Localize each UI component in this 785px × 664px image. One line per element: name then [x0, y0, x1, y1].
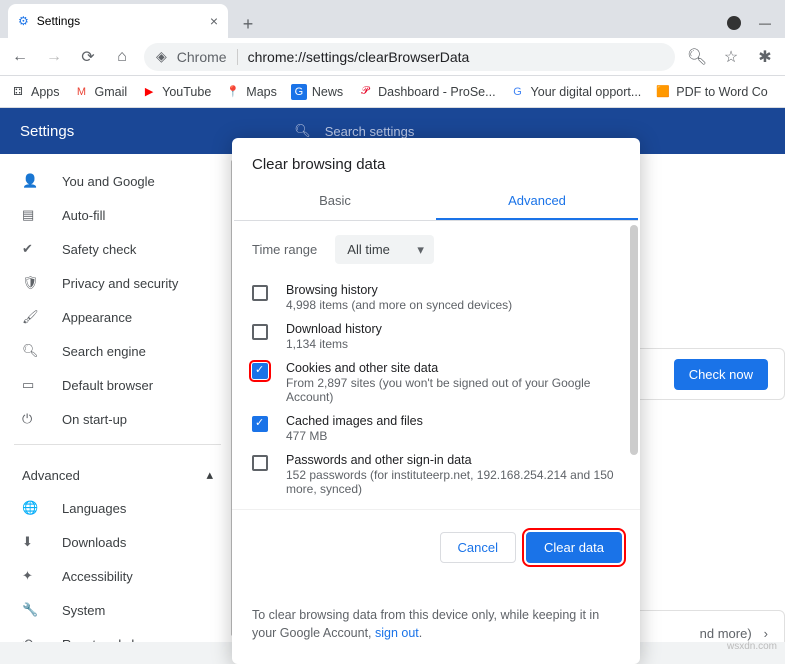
paint-icon: 🖌	[22, 309, 40, 325]
checkbox-cookies[interactable]	[252, 363, 268, 379]
bookmark-pdf[interactable]: 🟧PDF to Word Co	[655, 84, 767, 100]
sidebar-item-downloads[interactable]: ⬇Downloads	[0, 525, 235, 559]
chevron-right-icon: ›	[764, 626, 768, 641]
sidebar-item-default-browser[interactable]: ▭Default browser	[0, 368, 235, 402]
search-icon: 🔍︎	[294, 123, 311, 139]
sidebar-section-advanced[interactable]: Advanced▴	[0, 453, 235, 491]
pinterest-icon: 𝒫	[357, 84, 373, 100]
gmail-icon: M	[74, 84, 90, 100]
sidebar-item-languages[interactable]: 🌐Languages	[0, 491, 235, 525]
checkbox-cached[interactable]	[252, 416, 268, 432]
forward-button: →	[42, 45, 66, 69]
tab-basic[interactable]: Basic	[234, 183, 436, 220]
option-cookies[interactable]: Cookies and other site dataFrom 2,897 si…	[252, 356, 620, 409]
bookmarks-bar: ⚃Apps MGmail ▶YouTube 📍Maps GNews 𝒫Dashb…	[0, 76, 785, 108]
reload-button[interactable]: ⟳	[76, 45, 100, 69]
sidebar-item-system[interactable]: 🔧System	[0, 593, 235, 627]
globe-icon: 🌐	[22, 500, 40, 516]
search-icon[interactable]: 🔍︎	[685, 45, 709, 69]
wrench-icon: 🔧	[22, 602, 40, 618]
bookmark-youtube[interactable]: ▶YouTube	[141, 84, 211, 100]
option-browsing-history[interactable]: Browsing history4,998 items (and more on…	[252, 278, 620, 317]
bookmark-dashboard[interactable]: 𝒫Dashboard - ProSe...	[357, 84, 495, 100]
option-passwords[interactable]: Passwords and other sign-in data152 pass…	[252, 448, 620, 501]
settings-sidebar: 👤You and Google ▤Auto-fill ✔Safety check…	[0, 154, 235, 642]
time-range-label: Time range	[252, 242, 317, 257]
browser-icon: ▭	[22, 377, 40, 393]
url-text: chrome://settings/clearBrowserData	[248, 49, 470, 65]
time-range-select[interactable]: All time	[335, 235, 434, 264]
power-icon: ⏻	[22, 411, 40, 427]
browser-tab[interactable]: ⚙ Settings ×	[8, 4, 228, 38]
bookmark-gmail[interactable]: MGmail	[74, 84, 128, 100]
youtube-icon: ▶	[141, 84, 157, 100]
checkbox-browsing-history[interactable]	[252, 285, 268, 301]
sidebar-item-you-and-google[interactable]: 👤You and Google	[0, 164, 235, 198]
shield-check-icon: ✔	[22, 241, 40, 257]
dialog-title: Clear browsing data	[232, 138, 640, 183]
checkbox-passwords[interactable]	[252, 455, 268, 471]
cancel-button[interactable]: Cancel	[440, 532, 516, 563]
accessibility-icon: ✦	[22, 568, 40, 584]
new-tab-button[interactable]: +	[234, 10, 262, 38]
url-prefix: Chrome	[177, 49, 238, 65]
sidebar-item-startup[interactable]: ⏻On start-up	[0, 402, 235, 436]
browser-toolbar: ← → ⟳ ⌂ ◈ Chrome chrome://settings/clear…	[0, 38, 785, 76]
page-title: Settings	[20, 123, 74, 140]
settings-search[interactable]: 🔍︎ Search settings	[294, 123, 414, 139]
option-cached[interactable]: Cached images and files477 MB	[252, 409, 620, 448]
check-now-button[interactable]: Check now	[674, 359, 768, 390]
download-icon: ⬇	[22, 534, 40, 550]
close-icon[interactable]: ×	[210, 13, 218, 29]
sidebar-item-reset[interactable]: ⟲Reset and clean up	[0, 627, 235, 642]
sign-out-link[interactable]: sign out	[375, 626, 419, 640]
dialog-tabs: Basic Advanced	[234, 183, 638, 221]
home-button[interactable]: ⌂	[110, 45, 134, 69]
clear-data-button[interactable]: Clear data	[526, 532, 622, 563]
bookmark-news[interactable]: GNews	[291, 84, 343, 100]
bookmark-digital[interactable]: GYour digital opport...	[510, 84, 642, 100]
pdf-icon: 🟧	[655, 84, 671, 100]
bookmark-maps[interactable]: 📍Maps	[225, 84, 277, 100]
sidebar-item-privacy[interactable]: 🛡Privacy and security	[0, 266, 235, 300]
browser-titlebar: ⚙ Settings × + —	[0, 0, 785, 38]
reset-icon: ⟲	[22, 636, 40, 642]
checkbox-download-history[interactable]	[252, 324, 268, 340]
settings-gear-icon: ⚙	[18, 14, 29, 28]
tab-title: Settings	[37, 14, 80, 28]
bookmark-apps[interactable]: ⚃Apps	[10, 84, 60, 100]
site-info-icon[interactable]: ◈	[156, 48, 167, 65]
watermark: wsxdn.com	[727, 641, 777, 652]
person-icon: 👤	[22, 173, 40, 189]
apps-icon: ⚃	[10, 84, 26, 100]
option-download-history[interactable]: Download history1,134 items	[252, 317, 620, 356]
address-bar[interactable]: ◈ Chrome chrome://settings/clearBrowserD…	[144, 43, 675, 71]
dialog-scrollbar[interactable]	[630, 225, 638, 455]
dialog-footnote: To clear browsing data from this device …	[232, 607, 640, 664]
extensions-icon[interactable]: ✱	[753, 45, 777, 69]
google-icon: G	[510, 84, 526, 100]
sidebar-item-search-engine[interactable]: 🔍︎Search engine	[0, 334, 235, 368]
search-icon: 🔍︎	[22, 343, 40, 359]
tab-advanced[interactable]: Advanced	[436, 183, 638, 220]
bookmark-star-icon[interactable]: ☆	[719, 45, 743, 69]
sidebar-item-accessibility[interactable]: ✦Accessibility	[0, 559, 235, 593]
back-button[interactable]: ←	[8, 45, 32, 69]
shield-icon: 🛡	[22, 275, 40, 291]
minimize-button[interactable]: —	[759, 16, 771, 30]
sidebar-item-appearance[interactable]: 🖌Appearance	[0, 300, 235, 334]
clear-browsing-data-dialog: Clear browsing data Basic Advanced Time …	[232, 138, 640, 664]
chevron-up-icon: ▴	[206, 467, 213, 483]
sidebar-item-safety[interactable]: ✔Safety check	[0, 232, 235, 266]
search-placeholder: Search settings	[325, 124, 415, 139]
sidebar-item-autofill[interactable]: ▤Auto-fill	[0, 198, 235, 232]
autofill-icon: ▤	[22, 207, 40, 223]
news-icon: G	[291, 84, 307, 100]
account-icon[interactable]	[727, 16, 741, 30]
maps-icon: 📍	[225, 84, 241, 100]
